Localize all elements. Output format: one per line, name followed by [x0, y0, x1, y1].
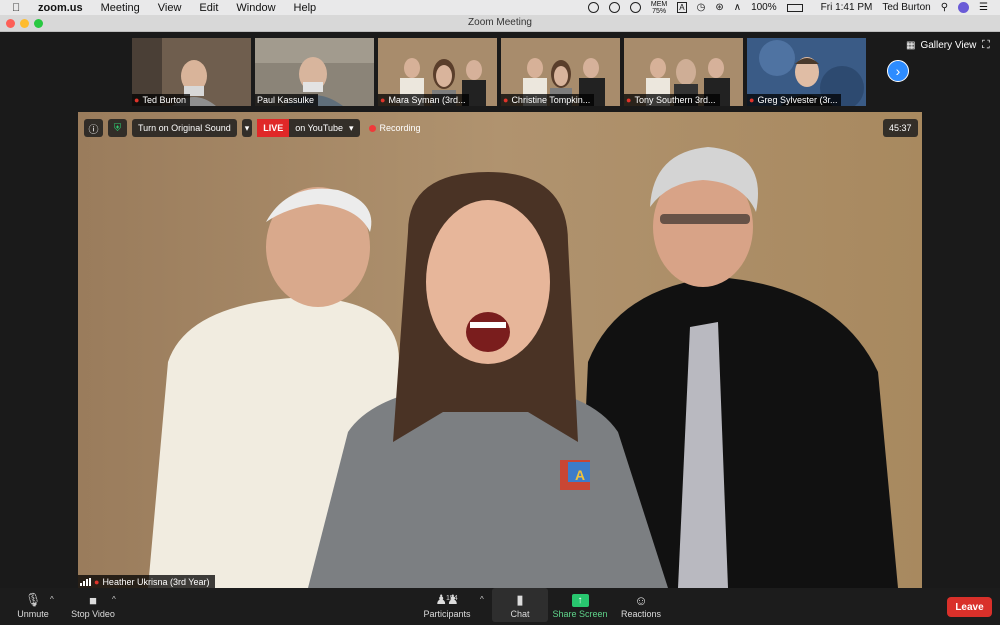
participants-label: Participants — [423, 609, 471, 619]
user-name[interactable]: Ted Burton — [882, 2, 930, 13]
timemachine-icon[interactable]: ◷ — [697, 2, 706, 13]
participant-count: 154 — [446, 595, 458, 602]
livestream-platform[interactable]: on YouTube ▾ — [289, 119, 360, 137]
mic-muted-icon: ● — [503, 95, 509, 105]
chat-button[interactable]: ▮ Chat — [492, 588, 548, 622]
bluetooth-icon[interactable]: ⊛ — [715, 2, 723, 13]
battery-icon[interactable] — [786, 3, 803, 12]
participant-name: Paul Kassulke — [255, 94, 319, 106]
mic-muted-icon: ● — [380, 95, 386, 105]
window-title: Zoom Meeting — [468, 17, 532, 28]
gallery-view-label: Gallery View — [920, 40, 977, 51]
chat-label: Chat — [510, 609, 530, 619]
chevron-down-icon: ▾ — [349, 122, 354, 133]
reactions-label: Reactions — [620, 609, 662, 619]
recording-indicator[interactable]: Recording — [368, 123, 421, 133]
participant-name: ● Mara Syman (3rd... — [378, 94, 470, 106]
original-sound-dropdown[interactable]: ▾ — [241, 119, 253, 137]
recording-label: Recording — [379, 123, 421, 133]
participant-name: ● Ted Burton — [132, 94, 190, 106]
active-speaker-name: ● Heather Ukrisna (3rd Year) — [78, 575, 215, 588]
unmute-button[interactable]: 🎙 Unmute — [14, 591, 52, 619]
gallery-view-button[interactable]: ▦ Gallery View — [906, 40, 976, 51]
memory-indicator[interactable]: MEM 75% — [651, 1, 667, 15]
signal-strength-icon — [80, 577, 91, 586]
next-page-button[interactable]: › — [887, 60, 909, 82]
participant-tile[interactable]: ● Greg Sylvester (3r... — [747, 38, 866, 106]
wifi-icon[interactable]: ∧ — [734, 2, 741, 13]
participant-name: ● Tony Southern 3rd... — [624, 94, 720, 106]
info-icon: ⓘ — [88, 124, 99, 136]
macos-menu-bar:  zoom.us Meeting View Edit Window Help … — [0, 0, 1000, 15]
original-sound-button[interactable]: Turn on Original Sound — [132, 119, 237, 137]
svg-text:A: A — [575, 467, 585, 483]
menu-help[interactable]: Help — [294, 2, 317, 14]
unmute-label: Unmute — [17, 609, 49, 619]
mic-muted-icon: ● — [626, 95, 632, 105]
participant-tile[interactable]: ● Christine Tompkin... — [501, 38, 620, 106]
meeting-info-button[interactable]: ⓘ — [84, 119, 103, 137]
participant-tile[interactable]: ● Ted Burton — [132, 38, 251, 106]
menu-meeting[interactable]: Meeting — [101, 2, 140, 14]
share-screen-icon: ↑ — [552, 591, 608, 609]
video-camera-icon: ■ — [89, 592, 97, 608]
meeting-top-controls: ⓘ ⛨ Turn on Original Sound ▾ LIVE on You… — [84, 119, 421, 137]
notification-center-icon[interactable]: ☰ — [979, 2, 988, 13]
security-button[interactable]: ⛨ — [108, 119, 127, 137]
mic-muted-icon: ● — [134, 95, 140, 105]
participants-options-chevron[interactable]: ^ — [480, 595, 484, 604]
spotlight-icon[interactable]: ⚲ — [941, 2, 948, 13]
sync-status-icon[interactable] — [608, 2, 620, 13]
livestream-control[interactable]: LIVE on YouTube ▾ — [257, 119, 360, 137]
menu-view[interactable]: View — [158, 2, 182, 14]
apple-menu-icon[interactable]:  — [12, 2, 30, 14]
window-title-bar: Zoom Meeting — [0, 15, 1000, 32]
font-icon[interactable]: A — [677, 2, 687, 13]
chat-bubble-icon: ▮ — [516, 592, 524, 607]
siri-icon[interactable] — [958, 2, 970, 13]
video-options-chevron[interactable]: ^ — [112, 595, 116, 604]
share-screen-label: Share Screen — [552, 609, 608, 619]
cloud-status-icon[interactable] — [629, 2, 641, 13]
chevron-right-icon: › — [895, 63, 901, 79]
clock[interactable]: Fri 1:41 PM — [821, 2, 873, 13]
battery-percent[interactable]: 100% — [751, 2, 777, 13]
leave-meeting-button[interactable]: Leave — [947, 597, 992, 617]
smiley-icon: ☺ — [634, 592, 648, 608]
live-badge: LIVE — [257, 119, 290, 137]
participant-tile[interactable]: ● Mara Syman (3rd... — [378, 38, 497, 106]
grid-icon: ▦ — [906, 40, 916, 51]
fullscreen-icon[interactable]: ⛶ — [982, 39, 990, 52]
participant-tile[interactable]: Paul Kassulke — [255, 38, 374, 106]
microphone-muted-icon: 🎙 — [24, 592, 42, 607]
speaker-video-frame: A — [78, 112, 922, 588]
livestream-platform-label: on YouTube — [295, 123, 343, 133]
active-speaker-video: A — [78, 112, 922, 588]
video-thumbnail-strip: ● Ted Burton Paul Kassulke ● Mara Syman (3… — [0, 32, 1000, 112]
meeting-control-bar: 🎙 Unmute ^ ■ Stop Video ^ ♟♟ 154 Partici… — [0, 588, 1000, 625]
speaker-name-label: Heather Ukrisna (3rd Year) — [102, 576, 210, 587]
participants-button[interactable]: ♟♟ 154 Participants — [420, 591, 474, 619]
meeting-timer: 45:37 — [883, 119, 918, 137]
reactions-button[interactable]: ☺ Reactions — [616, 591, 666, 620]
participant-name: ● Christine Tompkin... — [501, 94, 595, 106]
menu-window[interactable]: Window — [236, 2, 275, 14]
stop-video-button[interactable]: ■ Stop Video — [68, 591, 118, 620]
stop-video-label: Stop Video — [71, 609, 115, 619]
participant-name: ● Greg Sylvester (3r... — [747, 94, 842, 106]
audio-options-chevron[interactable]: ^ — [50, 595, 54, 604]
shield-icon: ⛨ — [113, 122, 122, 134]
menu-app-name[interactable]: zoom.us — [38, 2, 83, 14]
camera-status-icon[interactable] — [587, 2, 599, 13]
recording-dot-icon — [368, 124, 376, 132]
menu-edit[interactable]: Edit — [199, 2, 218, 14]
mic-muted-icon: ● — [94, 576, 100, 587]
chevron-down-icon: ▾ — [244, 122, 250, 133]
share-screen-button[interactable]: ↑ Share Screen — [552, 591, 608, 619]
participant-tile[interactable]: ● Tony Southern 3rd... — [624, 38, 743, 106]
mic-muted-icon: ● — [749, 95, 755, 105]
